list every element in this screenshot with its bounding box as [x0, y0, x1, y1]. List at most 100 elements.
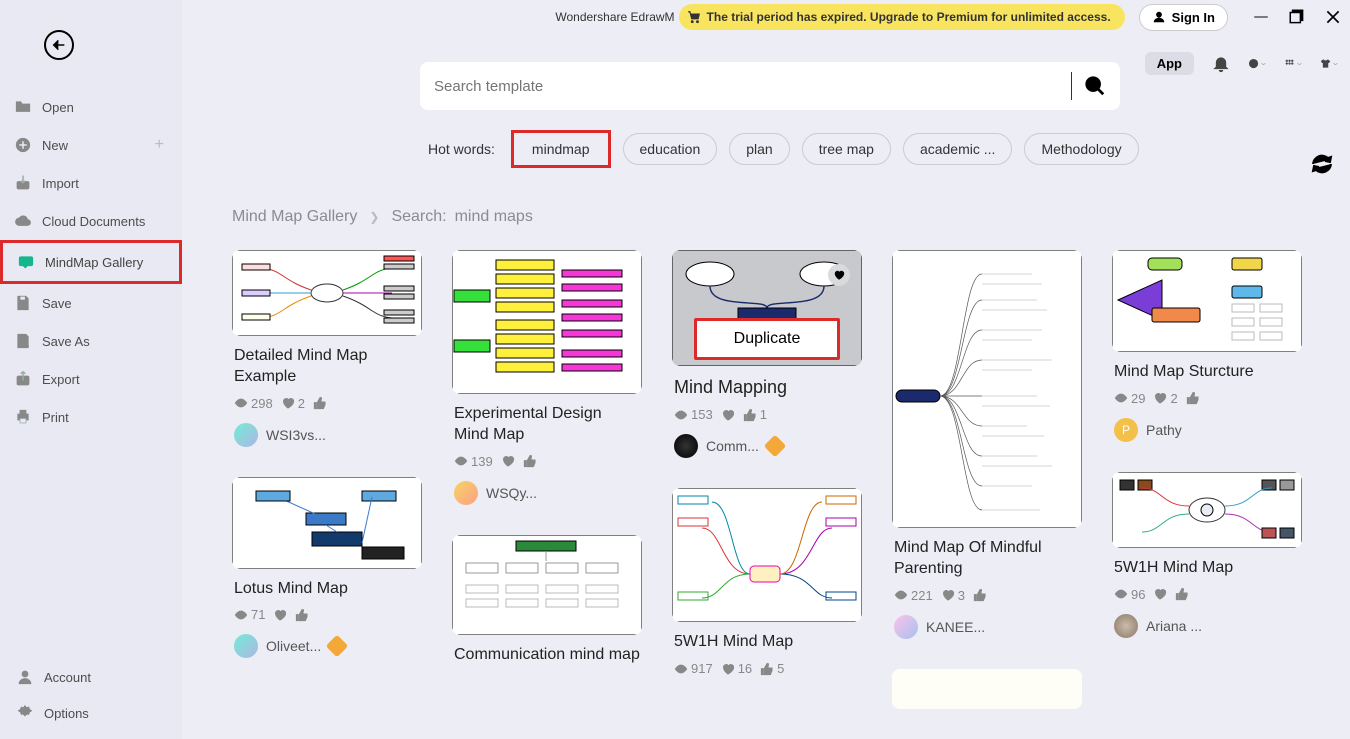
duplicate-button[interactable]: Duplicate	[694, 318, 840, 360]
like-icon[interactable]	[523, 454, 537, 468]
sync-button[interactable]	[1310, 152, 1334, 181]
sidebar-item-save[interactable]: Save	[0, 284, 182, 322]
card-title: Detailed Mind Map Example	[234, 346, 420, 388]
chip-mindmap[interactable]: mindmap	[511, 130, 611, 168]
chip-plan[interactable]: plan	[729, 133, 789, 165]
hotwords-label: Hot words:	[428, 141, 495, 157]
folder-icon	[14, 98, 32, 116]
breadcrumb-search-label: Search:	[391, 208, 446, 226]
main-content: Hot words: mindmap education plan tree m…	[182, 36, 1350, 739]
sidebar-item-account[interactable]: Account	[0, 659, 182, 695]
gallery-card[interactable]: Detailed Mind Map Example 298 2 WSI3vs..…	[232, 250, 422, 455]
card-title: Experimental Design Mind Map	[454, 404, 640, 446]
gallery-card[interactable]: 5W1H Mind Map 917 16 5	[672, 488, 862, 684]
close-button[interactable]	[1324, 8, 1342, 26]
maximize-button[interactable]	[1288, 8, 1306, 26]
gallery-column: Detailed Mind Map Example 298 2 WSI3vs..…	[232, 250, 422, 709]
avatar: P	[1114, 418, 1138, 442]
chip-treemap[interactable]: tree map	[802, 133, 891, 165]
author: WSI3vs...	[266, 427, 326, 443]
gallery-column: Duplicate Mind Mapping 153 1 Comm...	[672, 250, 862, 709]
sidebar-item-export[interactable]: Export	[0, 360, 182, 398]
gallery-card[interactable]: Experimental Design Mind Map 139 WSQy...	[452, 250, 642, 513]
chip-methodology[interactable]: Methodology	[1024, 133, 1138, 165]
sidebar-item-saveas[interactable]: + Save As	[0, 322, 182, 360]
app-title: Wondershare EdrawM	[555, 10, 674, 24]
favorite-button[interactable]	[828, 264, 850, 286]
gallery-card[interactable]: Duplicate Mind Mapping 153 1 Comm...	[672, 250, 862, 466]
like-icon[interactable]	[295, 608, 309, 622]
breadcrumb-root[interactable]: Mind Map Gallery	[232, 208, 357, 226]
import-icon	[14, 174, 32, 192]
loves-icon[interactable]: 3	[941, 588, 965, 603]
gallery-card[interactable]: Communication mind map	[452, 535, 642, 674]
signin-label: Sign In	[1172, 10, 1215, 25]
author: Oliveet...	[266, 638, 321, 654]
loves-icon[interactable]	[273, 608, 287, 622]
trial-banner[interactable]: The trial period has expired. Upgrade to…	[679, 4, 1125, 30]
sidebar-item-open[interactable]: Open	[0, 88, 182, 126]
chip-academic[interactable]: academic ...	[903, 133, 1012, 165]
gallery-card[interactable]: Mind Map Of Mindful Parenting 221 3 KANE…	[892, 250, 1082, 647]
window-controls	[1252, 8, 1342, 26]
sidebar-item-options[interactable]: Options	[0, 695, 182, 731]
gallery-card[interactable]: Mind Map Sturcture 29 2 P Pathy	[1112, 250, 1302, 450]
avatar	[234, 634, 258, 658]
loves-icon[interactable]: 2	[281, 396, 305, 411]
like-icon[interactable]	[1186, 391, 1200, 405]
like-icon[interactable]	[973, 588, 987, 602]
breadcrumb: Mind Map Gallery ❯ Search: mind maps	[232, 208, 1330, 226]
like-icon[interactable]	[313, 396, 330, 410]
loves-icon[interactable]: 16	[721, 661, 752, 676]
gallery-card[interactable]: 5W1H Mind Map 96 Ariana ...	[1112, 472, 1302, 646]
search-icon[interactable]	[1084, 75, 1106, 97]
views-icon: 29	[1114, 391, 1145, 406]
views-icon: 96	[1114, 587, 1145, 602]
avatar	[234, 423, 258, 447]
loves-icon[interactable]	[721, 408, 735, 422]
sidebar-item-new[interactable]: New +	[0, 126, 182, 164]
like-icon[interactable]	[1175, 587, 1189, 601]
search-divider	[1071, 72, 1072, 100]
gallery-column: Mind Map Of Mindful Parenting 221 3 KANE…	[892, 250, 1082, 709]
card-title: Mind Map Sturcture	[1114, 362, 1300, 383]
loves-icon[interactable]	[501, 454, 515, 468]
gear-icon	[16, 704, 34, 722]
sidebar-item-cloud[interactable]: Cloud Documents	[0, 202, 182, 240]
chevron-right-icon: ❯	[369, 210, 379, 224]
card-title: Mind Map Of Mindful Parenting	[894, 538, 1080, 580]
plus-icon[interactable]: +	[155, 136, 164, 154]
loves-icon[interactable]: 2	[1153, 391, 1177, 406]
author: WSQy...	[486, 485, 537, 501]
sidebar-item-print[interactable]: Print	[0, 398, 182, 436]
sidebar-item-gallery[interactable]: MindMap Gallery	[0, 240, 182, 284]
loves-icon[interactable]	[1153, 587, 1167, 601]
premium-badge	[764, 435, 787, 458]
signin-button[interactable]: Sign In	[1139, 4, 1228, 31]
search-input[interactable]	[434, 78, 1063, 95]
arrow-left-icon	[51, 37, 67, 53]
back-button[interactable]	[44, 30, 74, 60]
like-icon[interactable]: 5	[760, 661, 784, 676]
gallery-card[interactable]: Lotus Mind Map 71 Oliveet...	[232, 477, 422, 667]
author: Pathy	[1146, 422, 1182, 438]
search-box[interactable]	[420, 62, 1120, 110]
chip-education[interactable]: education	[623, 133, 718, 165]
views-icon: 139	[454, 454, 493, 469]
gallery-column: Experimental Design Mind Map 139 WSQy...	[452, 250, 642, 709]
author: Comm...	[706, 438, 759, 454]
saveas-icon: +	[14, 332, 32, 350]
breadcrumb-query: mind maps	[455, 208, 533, 226]
plus-circle-icon	[14, 136, 32, 154]
card-title: 5W1H Mind Map	[1114, 558, 1300, 579]
card-title: Communication mind map	[454, 645, 640, 666]
gallery-columns: Detailed Mind Map Example 298 2 WSI3vs..…	[232, 250, 1330, 709]
user-icon	[1152, 10, 1166, 24]
titlebar: Wondershare EdrawM The trial period has …	[0, 0, 1350, 34]
minimize-button[interactable]	[1252, 8, 1270, 26]
card-title: Lotus Mind Map	[234, 579, 420, 600]
like-icon[interactable]: 1	[743, 407, 767, 422]
sidebar-item-import[interactable]: Import	[0, 164, 182, 202]
card-title: Mind Mapping	[674, 376, 860, 399]
gallery-card[interactable]	[892, 669, 1082, 709]
